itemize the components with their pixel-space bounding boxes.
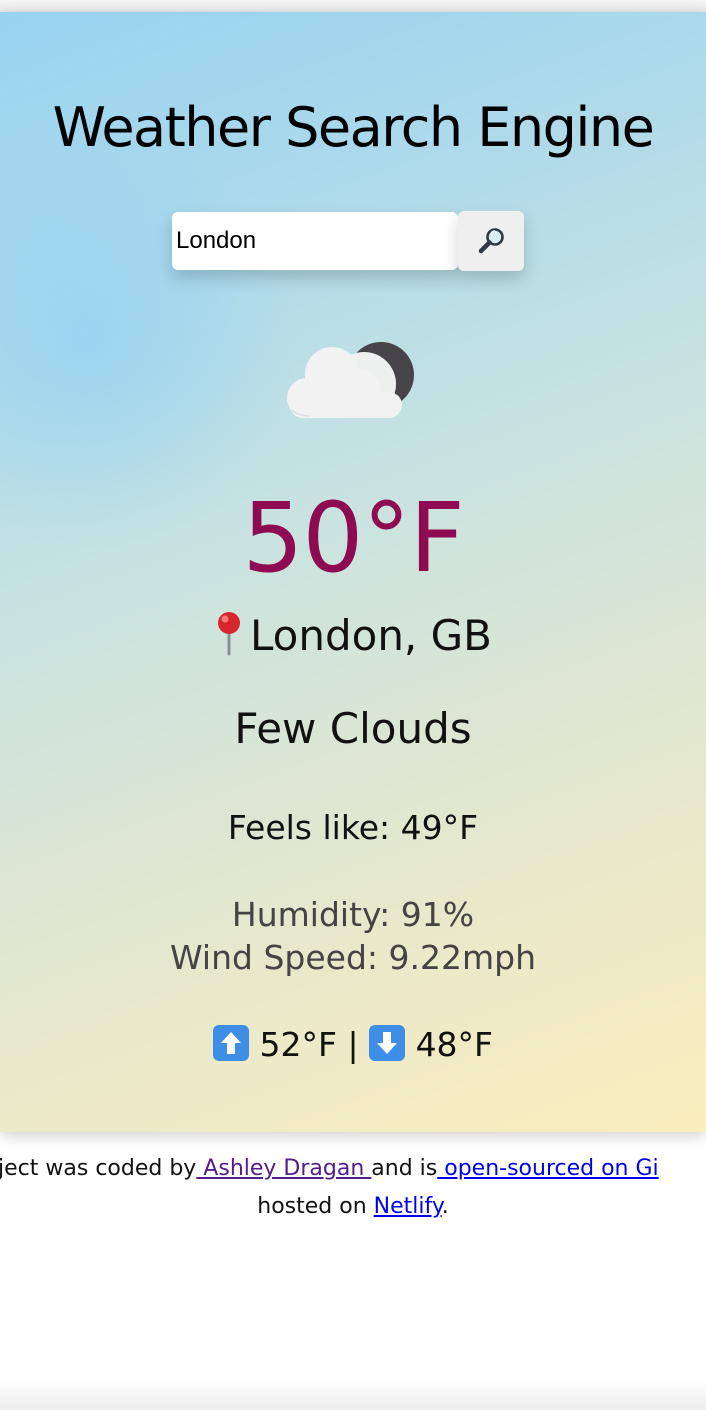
- high-low-temperatures: 52°F | 48°F: [0, 1025, 706, 1064]
- footer-text: and is: [371, 1156, 438, 1181]
- footer-hosting-line: hosted on Netlify.: [0, 1188, 706, 1226]
- separator: |: [347, 1025, 359, 1064]
- location: London, GB: [0, 610, 706, 660]
- browser-top-edge: [0, 0, 706, 12]
- high-temperature: 52°F: [259, 1025, 337, 1064]
- humidity: Humidity: 91%: [231, 895, 475, 934]
- search-form: [172, 211, 524, 271]
- footer-text: hosted on: [257, 1194, 374, 1219]
- round-pushpin-icon: [217, 612, 240, 656]
- down-arrow-icon: [369, 1025, 406, 1061]
- wind-speed: Wind Speed: 9.22mph: [170, 938, 536, 977]
- netlify-link[interactable]: Netlify: [374, 1194, 442, 1219]
- feels-like: Feels like: 49°F: [227, 808, 479, 847]
- few-clouds-night-icon: [287, 342, 414, 418]
- up-arrow-icon: [212, 1025, 249, 1061]
- magnifying-glass-icon: [478, 228, 504, 254]
- city-search-input[interactable]: [172, 212, 458, 270]
- current-temperature: 50°F: [242, 482, 464, 594]
- github-source-link[interactable]: open-sourced on Gi: [437, 1156, 658, 1181]
- footer-text: roject was coded by: [0, 1156, 197, 1181]
- footer-credits-line: roject was coded by Ashley Dragan and is…: [0, 1150, 659, 1188]
- page-title: Weather Search Engine: [52, 96, 655, 159]
- weather-card: Weather Search Engine 50°F L: [0, 12, 706, 1132]
- location-label: London, GB: [249, 611, 492, 660]
- search-button[interactable]: [458, 211, 524, 271]
- author-link[interactable]: Ashley Dragan: [196, 1156, 371, 1181]
- weather-description: Few Clouds: [234, 704, 472, 753]
- low-temperature: 48°F: [415, 1025, 494, 1064]
- browser-bottom-edge: [0, 1380, 706, 1410]
- footer-text: .: [441, 1194, 449, 1219]
